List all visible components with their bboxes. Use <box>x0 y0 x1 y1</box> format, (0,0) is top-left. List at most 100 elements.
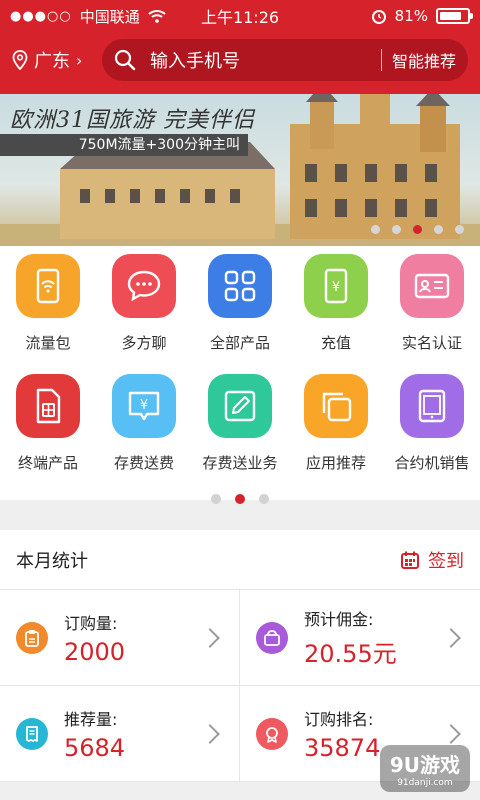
grid-item-deposit-gift[interactable]: ¥ 存费送费 <box>96 374 192 494</box>
phone-yen-icon: ¥ <box>324 268 348 304</box>
status-bar: ●●●○○ 中国联通 上午11:26 81% <box>0 0 480 32</box>
clipboard-icon <box>25 629 39 647</box>
top-bar: ●●●○○ 中国联通 上午11:26 81% 广东 › 输入手机号 智能推荐 <box>0 0 480 94</box>
grid-icon-bg <box>16 254 80 318</box>
grid-item-duofangliao[interactable]: 多方聊 <box>96 254 192 374</box>
watermark-text: 9U游戏 <box>389 753 460 777</box>
stat-icon-bg <box>256 717 288 750</box>
grid-item-all-products[interactable]: 全部产品 <box>192 254 288 374</box>
grid-label: 全部产品 <box>209 334 270 352</box>
banner-title: 欧洲31国旅游 完美伴侣 <box>10 108 255 133</box>
grid-icon-bg: ¥ <box>112 374 176 438</box>
wallet-icon <box>264 629 280 646</box>
alarm-icon <box>371 10 386 24</box>
svg-text:¥: ¥ <box>140 398 148 413</box>
signin-button[interactable]: 签到 <box>400 547 464 573</box>
grid-dot[interactable] <box>259 494 269 504</box>
chat-bubble-icon <box>127 270 161 302</box>
grid-label: 存费送费 <box>113 454 174 472</box>
grid-dot[interactable] <box>211 494 221 504</box>
battery-icon <box>436 8 473 24</box>
grid-icon-bg <box>112 254 176 318</box>
grid-label: 多方聊 <box>121 334 167 352</box>
signin-label: 签到 <box>428 550 464 572</box>
grid-icon-bg <box>16 374 80 438</box>
grid-item-recharge[interactable]: ¥ 充值 <box>288 254 384 374</box>
svg-text:¥: ¥ <box>332 280 340 295</box>
stat-recommend-count[interactable]: 推荐量: 5684 <box>0 686 240 782</box>
chevron-right-icon <box>200 723 220 744</box>
chevron-right-icon <box>441 627 461 648</box>
grid-label: 充值 <box>320 334 351 352</box>
search-bar[interactable]: 输入手机号 智能推荐 <box>102 39 468 81</box>
site-watermark: 9U游戏 91danji.com <box>379 745 470 792</box>
chevron-right-icon: › <box>76 50 83 70</box>
grid-icon-bg <box>208 374 272 438</box>
grid-label: 终端产品 <box>17 454 78 472</box>
phone-wifi-icon <box>36 268 60 304</box>
grid-item-terminal[interactable]: 终端产品 <box>0 374 96 494</box>
search-input[interactable]: 输入手机号 <box>150 47 371 73</box>
grid-icon-bg: ¥ <box>304 254 368 318</box>
search-divider <box>380 49 382 71</box>
stat-value: 5684 <box>64 733 126 762</box>
receipt-icon <box>26 725 38 742</box>
carrier-label: 中国联通 <box>79 7 140 26</box>
grid-label: 应用推荐 <box>305 454 366 472</box>
grid-icon-bg <box>400 374 464 438</box>
grid-item-app-recommend[interactable]: 应用推荐 <box>288 374 384 494</box>
grid-item-realname[interactable]: 实名认证 <box>384 254 480 374</box>
location-pin-icon <box>12 50 28 70</box>
banner-dot[interactable] <box>392 225 401 234</box>
stat-order-count[interactable]: 订购量: 2000 <box>0 590 240 686</box>
grid-icon-bg <box>400 254 464 318</box>
sim-card-icon <box>36 388 61 424</box>
search-icon <box>114 49 136 71</box>
banner-dot[interactable] <box>455 225 464 234</box>
stats-header: 本月统计 签到 <box>0 530 480 590</box>
stat-label: 订购排名: <box>304 709 374 729</box>
stat-icon-bg <box>256 621 288 654</box>
grid-icon-bg <box>304 374 368 438</box>
id-card-icon <box>414 273 450 299</box>
signal-icon: ●●●○○ <box>10 8 72 24</box>
stat-value: 20.55元 <box>304 640 397 668</box>
grid-pager[interactable] <box>0 494 480 504</box>
grid-item-contract-phone[interactable]: 合约机销售 <box>384 374 480 494</box>
wifi-icon <box>148 10 166 23</box>
grid-dot-active[interactable] <box>235 494 245 504</box>
stat-label: 订购量: <box>64 613 118 633</box>
grid-label: 存费送业务 <box>202 454 278 472</box>
banner-dot-active[interactable] <box>413 225 422 234</box>
grid-label: 实名认证 <box>401 334 462 352</box>
header: 广东 › 输入手机号 智能推荐 <box>0 32 480 94</box>
stat-commission[interactable]: 预计佣金: 20.55元 <box>240 590 480 686</box>
watermark-sub: 91danji.com <box>397 778 453 788</box>
yen-bubble-icon: ¥ <box>128 391 160 421</box>
calendar-icon <box>401 551 419 569</box>
feature-grid: 流量包 多方聊 全部产品 ¥ 充值 实名认证 终端产品 ¥ 存费送费 存费送业务… <box>0 246 480 504</box>
grid-item-deposit-service[interactable]: 存费送业务 <box>192 374 288 494</box>
banner-dot[interactable] <box>434 225 443 234</box>
medal-icon <box>266 726 278 743</box>
stat-icon-bg <box>16 621 48 654</box>
grid-icon-bg <box>208 254 272 318</box>
grid-label: 合约机销售 <box>394 454 470 472</box>
chevron-right-icon <box>200 627 220 648</box>
banner-dot[interactable] <box>371 225 380 234</box>
banner-subtitle: 750M流量+300分钟主叫 <box>0 134 248 156</box>
location-selector[interactable]: 广东 › <box>12 47 102 73</box>
smart-recommend-button[interactable]: 智能推荐 <box>392 48 456 72</box>
stats-title: 本月统计 <box>16 550 88 572</box>
tablet-icon <box>418 389 446 423</box>
banner-pager[interactable] <box>371 225 464 234</box>
battery-percent: 81% <box>394 7 428 25</box>
copy-stack-icon <box>322 392 352 422</box>
grid-label: 流量包 <box>25 334 71 352</box>
edit-pencil-icon <box>224 390 256 422</box>
stat-icon-bg <box>16 717 48 750</box>
promo-banner[interactable]: 欧洲31国旅游 完美伴侣 750M流量+300分钟主叫 <box>0 94 480 246</box>
stat-value: 2000 <box>64 637 126 666</box>
grid-item-liuliangbao[interactable]: 流量包 <box>0 254 96 374</box>
location-label: 广东 <box>34 51 70 72</box>
